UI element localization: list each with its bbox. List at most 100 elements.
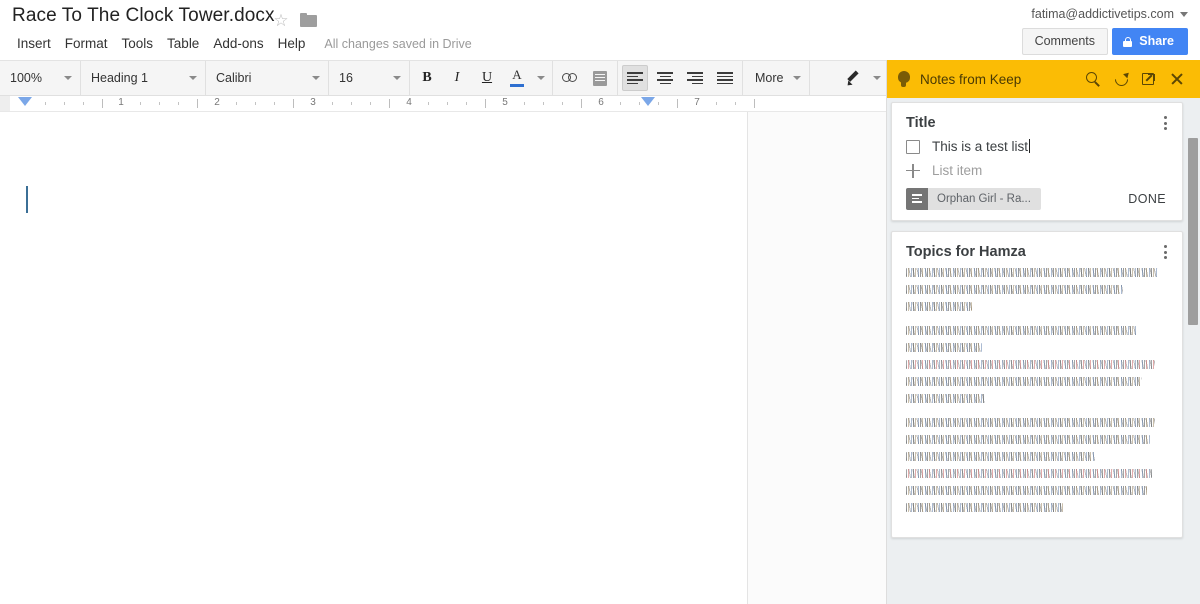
share-button[interactable]: Share [1112,28,1188,55]
horizontal-ruler[interactable]: 1 2 3 4 5 6 7 [0,96,886,112]
note-add-list-item[interactable]: List item [906,163,1168,178]
align-right-button[interactable] [682,65,708,91]
chevron-down-icon [64,76,72,80]
ruler-number: 4 [406,97,412,108]
font-size-value: 16 [339,71,353,85]
keep-notes-list[interactable]: Title This is a test list List item Orph… [887,98,1200,604]
toolbar-group-size: 16 [329,61,410,95]
align-justify-button[interactable] [712,65,738,91]
bold-icon: B [422,70,432,85]
chevron-down-icon [189,76,197,80]
chevron-down-icon [793,76,802,80]
add-comment-button[interactable] [587,65,613,91]
font-family-select[interactable]: Calibri [208,66,326,90]
ruler-number: 1 [118,97,124,108]
ruler-number: 2 [214,97,220,108]
note-list-item-text-wrap[interactable]: This is a test list [932,139,1031,154]
text-color-icon: A [509,67,525,87]
keep-scrollbar-thumb[interactable] [1188,138,1198,325]
bold-button[interactable]: B [414,65,440,91]
ruler-number: 7 [694,97,700,108]
chevron-down-icon [1180,12,1188,18]
right-indent-marker[interactable] [641,97,655,106]
note-list-item[interactable]: This is a test list [906,139,1168,154]
save-status-text: All changes saved in Drive [324,37,472,51]
keep-scrollbar-track[interactable] [1186,98,1200,604]
toolbar-group-more: More [743,61,811,95]
align-right-icon [687,72,703,85]
more-options-button[interactable]: More [745,66,807,90]
chevron-down-icon [537,76,545,80]
folder-icon[interactable] [300,13,317,27]
italic-button[interactable]: I [444,65,470,91]
document-canvas[interactable] [0,112,886,604]
account-email: fatima@addictivetips.com [1031,7,1174,21]
italic-icon: I [454,70,460,85]
chevron-down-icon [873,76,882,80]
folder-body [300,15,317,27]
underline-icon: U [481,70,493,85]
menu-item-format[interactable]: Format [58,34,115,54]
ruler-number: 3 [310,97,316,108]
paragraph-style-select[interactable]: Heading 1 [83,66,203,90]
plus-icon [906,163,920,178]
font-size-select[interactable]: 16 [331,66,407,90]
checkbox[interactable] [906,139,920,154]
keep-close-button[interactable] [1163,65,1191,93]
paragraph-style-value: Heading 1 [91,71,148,85]
page-title[interactable]: Race To The Clock Tower.docx [12,5,275,27]
left-indent-marker[interactable] [18,97,32,106]
note-card[interactable]: Topics for Hamza [891,231,1183,538]
note-add-placeholder: List item [932,163,983,178]
menu-item-insert[interactable]: Insert [10,34,58,54]
document-scrollbar-track[interactable] [866,112,879,604]
done-button[interactable]: DONE [1126,188,1168,210]
note-list-item-text: This is a test list [932,139,1029,154]
keep-open-in-new-button[interactable] [1135,65,1163,93]
google-docs-window: Race To The Clock Tower.docx ☆ Insert Fo… [0,0,1200,604]
toolbar-group-textformat: B I U A [410,61,553,95]
note-title[interactable]: Topics for Hamza [906,244,1168,260]
align-left-button[interactable] [622,65,648,91]
comments-button[interactable]: Comments [1021,28,1108,55]
menu-item-addons[interactable]: Add-ons [206,34,270,54]
note-paragraph [906,418,1168,512]
refresh-icon [1111,69,1131,89]
open-in-new-icon [1142,72,1156,86]
editing-mode-button[interactable] [840,65,866,91]
link-icon [562,73,578,83]
align-justify-icon [717,72,733,85]
linked-document-label: Orphan Girl - Ra... [937,193,1031,205]
share-button-label: Share [1139,34,1174,48]
menu-item-tools[interactable]: Tools [115,34,161,54]
document-page[interactable] [0,112,748,604]
note-overflow-menu[interactable] [1156,243,1174,261]
note-footer: Orphan Girl - Ra... DONE [906,188,1168,210]
account-menu[interactable]: fatima@addictivetips.com [1031,7,1188,21]
linked-document-chip[interactable]: Orphan Girl - Ra... [906,188,1041,210]
editing-mode-dropdown[interactable] [870,65,884,91]
menu-item-table[interactable]: Table [160,34,206,54]
toolbar-group-mode [810,61,890,95]
menu-item-help[interactable]: Help [271,34,313,54]
note-paragraph [906,268,1168,311]
zoom-select[interactable]: 100% [2,66,78,90]
document-icon [906,188,928,210]
keep-header: Notes from Keep [887,60,1200,98]
insert-link-button[interactable] [557,65,583,91]
note-overflow-menu[interactable] [1156,114,1174,132]
underline-button[interactable]: U [474,65,500,91]
toolbar-group-insert [553,61,618,95]
note-title[interactable]: Title [906,115,1168,131]
keep-search-button[interactable] [1079,65,1107,93]
note-card[interactable]: Title This is a test list List item Orph… [891,102,1183,221]
menu-bar: Insert Format Tools Table Add-ons Help A… [10,34,472,54]
star-icon[interactable]: ☆ [272,12,290,30]
text-color-button[interactable]: A [504,65,530,91]
note-paragraph [906,326,1168,403]
text-color-dropdown[interactable] [534,65,548,91]
lock-icon [1123,36,1133,47]
note-body-redacted[interactable] [906,268,1168,512]
keep-refresh-button[interactable] [1107,65,1135,93]
align-center-button[interactable] [652,65,678,91]
